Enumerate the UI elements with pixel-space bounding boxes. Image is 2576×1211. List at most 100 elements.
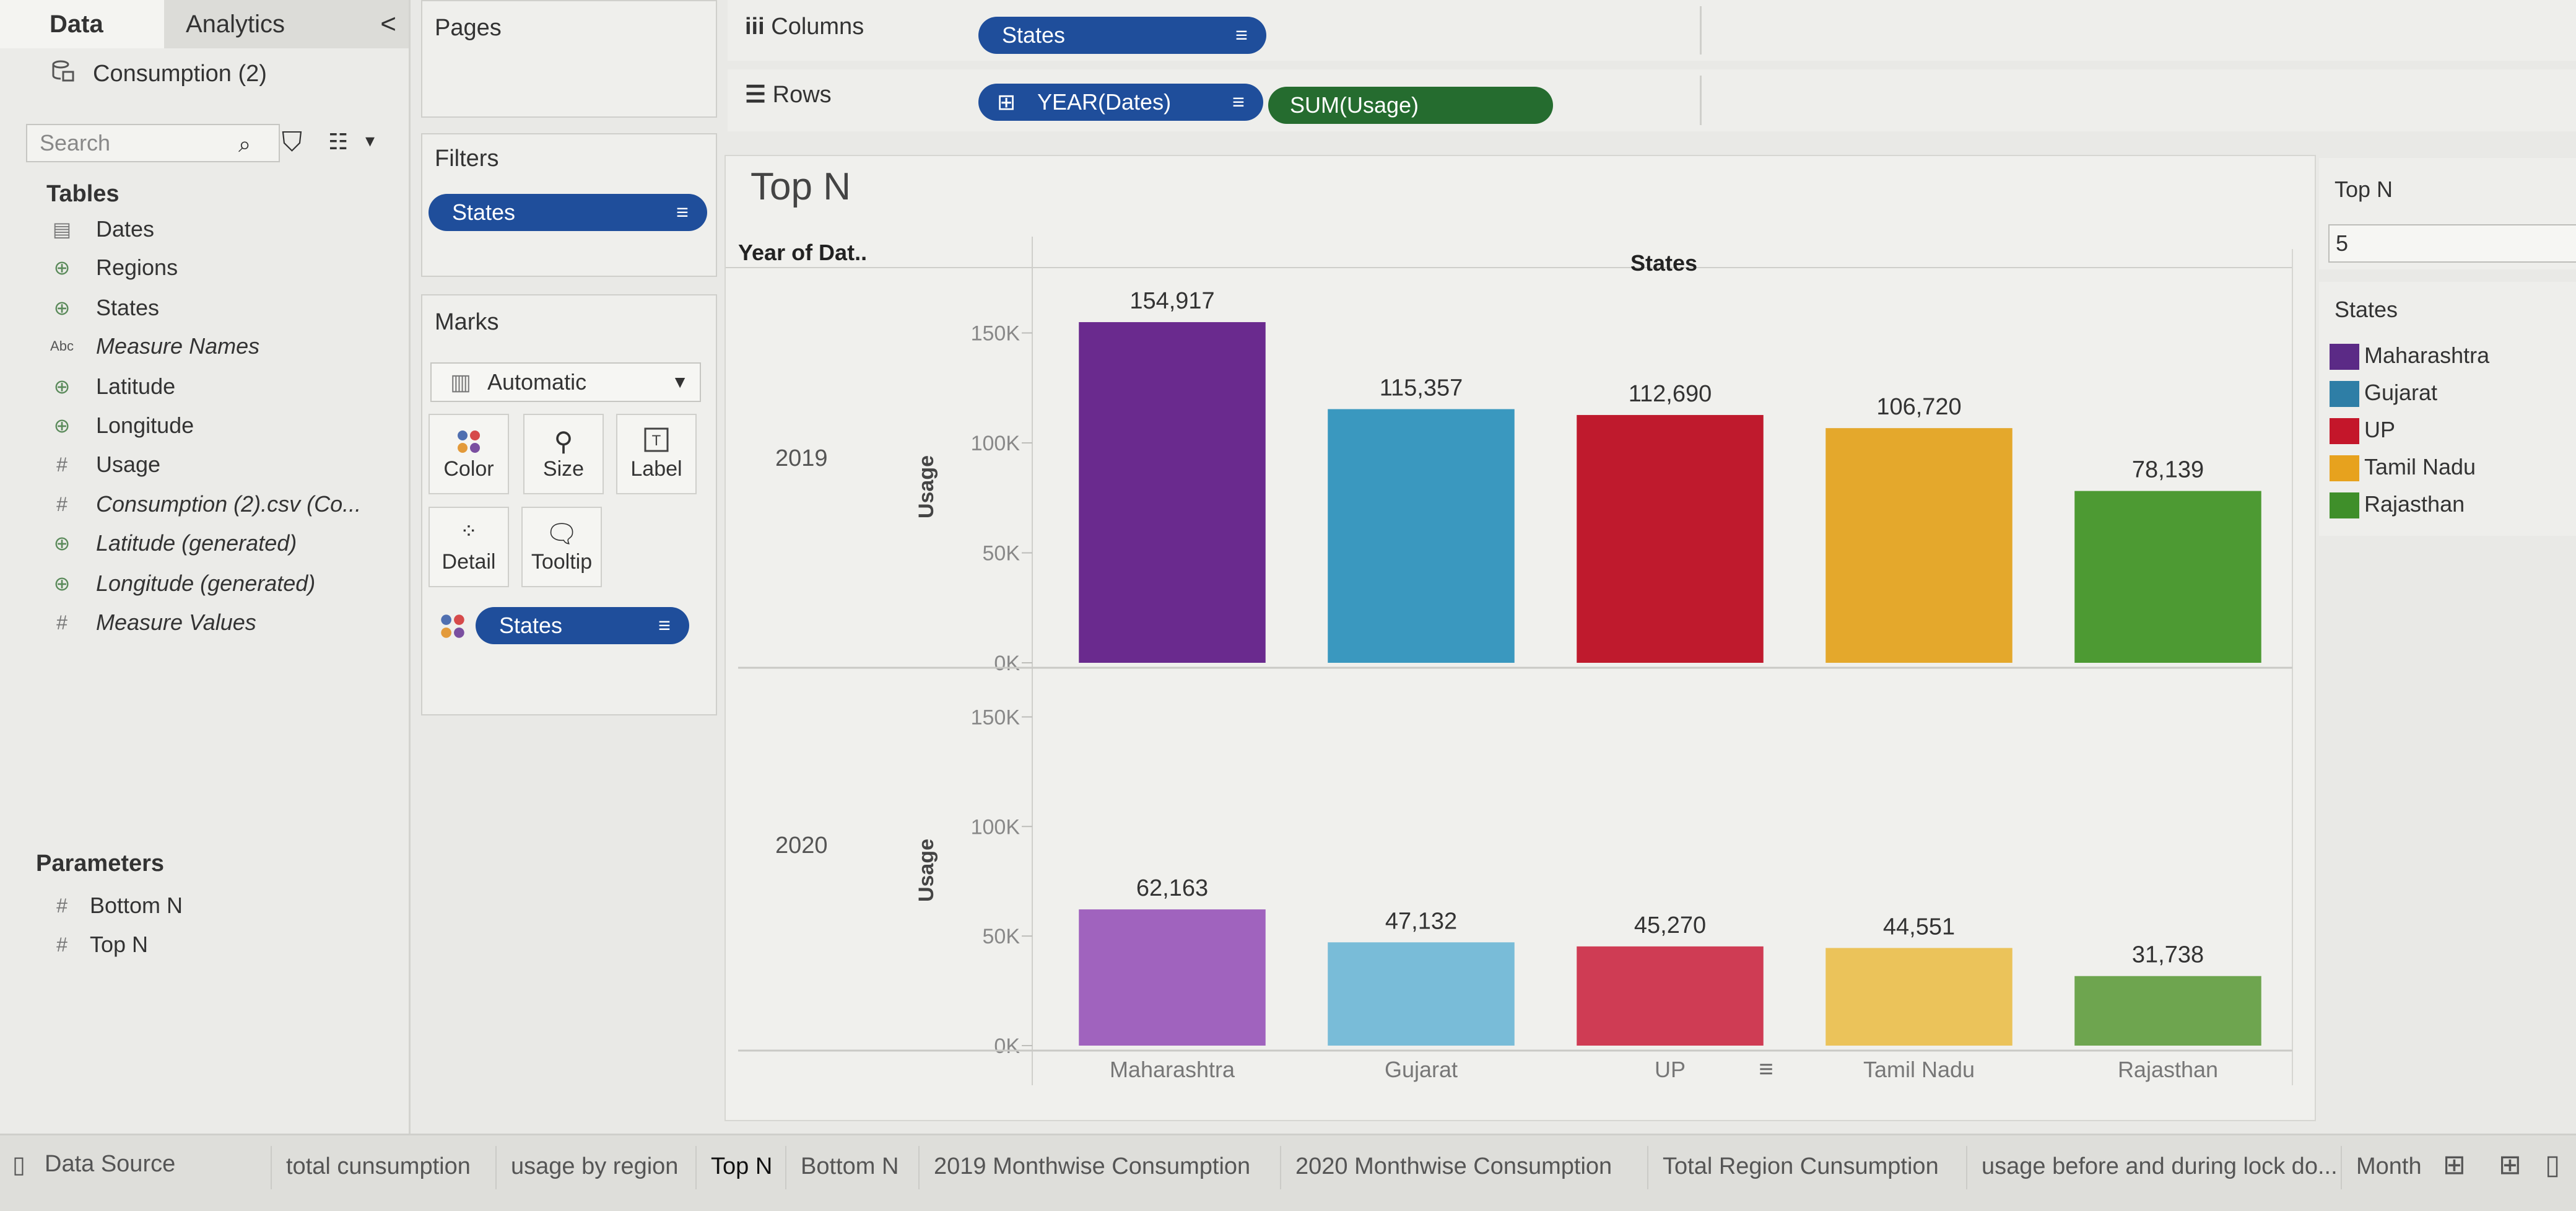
abc-icon: Abc [50, 338, 74, 354]
marks-color-button[interactable]: Color [429, 414, 509, 494]
sheet-tab-2020-monthwise-consumption[interactable]: 2020 Monthwise Consumption [1295, 1153, 1612, 1180]
sheet-tab-top-n[interactable]: Top N [711, 1153, 772, 1180]
sheet-tab-bottom-n[interactable]: Bottom N [801, 1153, 899, 1180]
field-longitude-generated-[interactable]: ⊕ Longitude (generated) [0, 565, 396, 602]
bar-chart-icon: ▥ [450, 369, 472, 395]
mark-type-select[interactable]: ▥ Automatic ▼ [430, 362, 701, 402]
data-label: 154,917 [1129, 288, 1214, 314]
bar-2020-tamil-nadu[interactable] [1825, 948, 2012, 1046]
collapse-pane-icon[interactable]: < [380, 0, 396, 48]
field-label: Regions [96, 255, 178, 280]
marks-tooltip-button[interactable]: 🗨 Tooltip [521, 507, 602, 587]
marks-detail-button[interactable]: ⁘ Detail [429, 507, 509, 587]
number-icon: # [56, 894, 67, 917]
marks-pill-states[interactable]: States ≡ [476, 607, 689, 644]
field-measure-names[interactable]: Abc Measure Names [0, 328, 396, 365]
tab-analytics[interactable]: Analytics [164, 0, 409, 48]
chart-view[interactable]: Top N Year of Dat.. States 2019 Usage 0K 50K 1… [724, 155, 2316, 1121]
data-label: 47,132 [1385, 908, 1457, 934]
bar-2019-up[interactable] [1577, 414, 1764, 663]
field-measure-values[interactable]: # Measure Values [0, 604, 396, 641]
field-latitude-generated-[interactable]: ⊕ Latitude (generated) [0, 525, 396, 562]
data-label: 44,551 [1883, 914, 1955, 940]
tab-separator [1280, 1146, 1281, 1189]
sheet-tab-total-region-cunsumption[interactable]: Total Region Cunsumption [1663, 1153, 1939, 1180]
size-icon: ⚲ [554, 427, 573, 456]
column-header-label: States [1630, 250, 1697, 276]
marks-detail-label: Detail [442, 550, 496, 574]
rows-pill-sum-usage[interactable]: SUM(Usage) [1268, 87, 1553, 124]
field-longitude[interactable]: ⊕ Longitude [0, 407, 396, 444]
legend-swatch [2330, 381, 2359, 407]
legend-swatch [2330, 455, 2359, 481]
filter-pill-states[interactable]: States ≡ [429, 194, 707, 231]
new-sheet-icon[interactable]: ⊞ [2443, 1149, 2466, 1181]
new-story-icon[interactable]: ▯ [2545, 1149, 2560, 1181]
label-icon: T [617, 426, 695, 457]
rows-pill-year-dates[interactable]: ⊞ YEAR(Dates) ≡ [978, 84, 1263, 121]
top-n-input[interactable]: 5 [2328, 224, 2576, 263]
sheet-tab-2019-monthwise-consumption[interactable]: 2019 Monthwise Consumption [934, 1153, 1250, 1180]
legend-item-maharashtra[interactable]: Maharashtra [2364, 343, 2489, 369]
field-label: Measure Names [96, 333, 260, 359]
bar-2020-up[interactable] [1577, 946, 1764, 1046]
tab-separator [1647, 1146, 1648, 1189]
parameter-title: Top N [2334, 177, 2393, 202]
bar-2020-maharashtra[interactable] [1079, 909, 1266, 1046]
globe-icon: ⊕ [53, 297, 71, 319]
bar-2020-gujarat[interactable] [1328, 942, 1515, 1046]
bar-chart[interactable]: Year of Dat.. States 2019 Usage 0K 50K 100K 150… [726, 156, 2317, 1122]
legend-item-up[interactable]: UP [2364, 417, 2395, 443]
new-dashboard-icon[interactable]: ⊞ [2499, 1149, 2522, 1181]
legend-item-gujarat[interactable]: Gujarat [2364, 380, 2437, 406]
data-label: 31,738 [2132, 942, 2204, 968]
field-regions[interactable]: ⊕ Regions [0, 249, 396, 286]
x-category-label: Tamil Nadu [1863, 1057, 1975, 1082]
y-axis-label: Usage [915, 839, 938, 902]
y-tick-label: 150K [971, 322, 1020, 346]
marks-label-button[interactable]: T Label [616, 414, 697, 494]
legend-item-tamil-nadu[interactable]: Tamil Nadu [2364, 454, 2476, 480]
field-dates[interactable]: ▤ Dates [0, 211, 396, 248]
parameter-label: Bottom N [90, 893, 183, 918]
bar-2019-gujarat[interactable] [1328, 409, 1515, 663]
sheet-tab-total-cunsumption[interactable]: total cunsumption [286, 1153, 471, 1180]
sort-icon: ≡ [676, 201, 689, 224]
view-list-icon[interactable]: ☷ [328, 129, 348, 155]
sheet-tab-usage-before-and-during-lock-do[interactable]: usage before and during lock do... [1982, 1153, 2338, 1180]
bar-2019-rajasthan[interactable] [2074, 491, 2261, 663]
legend-item-rajasthan[interactable]: Rajasthan [2364, 491, 2465, 517]
marks-size-button[interactable]: ⚲ Size [523, 414, 604, 494]
marks-pill-label: States [499, 613, 563, 638]
bar-2019-maharashtra[interactable] [1079, 322, 1266, 663]
field-consumption-2-csv-co-[interactable]: # Consumption (2).csv (Co... [0, 486, 396, 523]
chevron-down-icon[interactable]: ▾ [365, 130, 375, 152]
parameter-bottom-n[interactable]: # Bottom N [0, 887, 396, 924]
data-label: 106,720 [1876, 394, 1961, 420]
sheet-tab-usage-by-region[interactable]: usage by region [511, 1153, 678, 1180]
field-usage[interactable]: # Usage [0, 446, 396, 483]
bar-2019-tamil-nadu[interactable] [1825, 428, 2012, 663]
rows-icon: ☰ [745, 82, 767, 108]
datasource-name[interactable]: Consumption (2) [93, 61, 267, 87]
columns-pill-states[interactable]: States ≡ [978, 17, 1266, 54]
tab-data[interactable]: Data [0, 0, 164, 48]
field-latitude[interactable]: ⊕ Latitude [0, 368, 396, 405]
bar-2020-rajasthan[interactable] [2074, 976, 2261, 1046]
filter-icon[interactable]: ⛉ [282, 127, 302, 158]
field-states[interactable]: ⊕ States [0, 289, 396, 326]
data-label: 115,357 [1380, 375, 1463, 401]
y-tick-label: 100K [971, 815, 1020, 839]
sheet-tab-month[interactable]: Month [2356, 1153, 2422, 1180]
pages-shelf[interactable]: Pages [421, 0, 717, 118]
tab-separator [918, 1146, 920, 1189]
sheet-tab-data-source[interactable]: Data Source [45, 1151, 175, 1178]
field-label: Longitude [96, 413, 194, 438]
field-label: Longitude (generated) [96, 571, 316, 596]
expand-icon: ⊞ [997, 89, 1016, 115]
sort-icon: ≡ [1759, 1056, 1773, 1083]
search-icon[interactable]: ⌕ [238, 131, 251, 158]
columns-pill-label: States [1002, 22, 1066, 48]
parameter-top-n[interactable]: # Top N [0, 926, 396, 963]
marks-color-label: Color [443, 457, 494, 481]
